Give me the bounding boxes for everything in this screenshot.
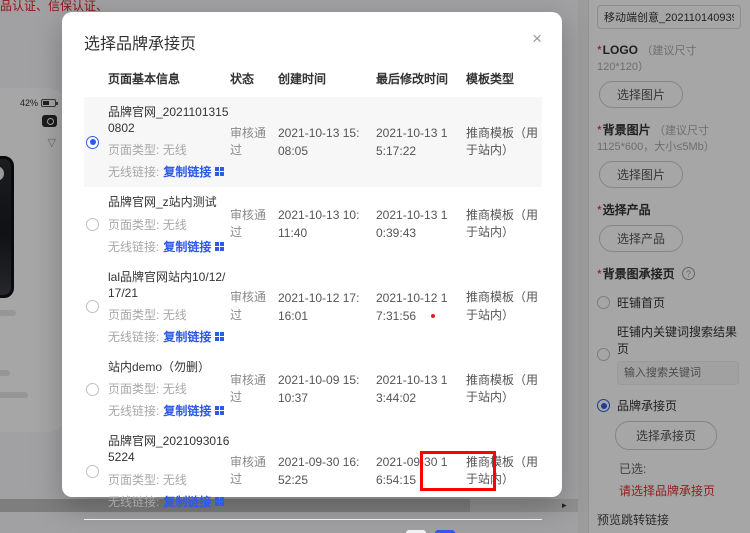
row-template-type: 推商模板（用于站内） xyxy=(466,372,542,407)
qrcode-icon[interactable] xyxy=(215,167,224,176)
select-landing-page-modal: 选择品牌承接页 × 页面基本信息 状态 创建时间 最后修改时间 模板类型 品牌官… xyxy=(62,12,562,497)
page-type-value: 无线 xyxy=(163,308,187,322)
col-header: 页面基本信息 xyxy=(108,70,230,87)
copy-link-button[interactable]: 复制链接 xyxy=(163,163,211,180)
row-radio-icon[interactable] xyxy=(86,218,99,231)
row-created: 2021-10-13 10:11:40 xyxy=(278,206,376,242)
copy-link-button[interactable]: 复制链接 xyxy=(163,493,211,510)
close-icon[interactable]: × xyxy=(532,30,542,47)
page-type-label: 页面类型: xyxy=(108,143,159,157)
modal-title: 选择品牌承接页 xyxy=(84,30,196,54)
row-status: 审核通过 xyxy=(230,125,278,160)
page-name: 品牌官网_20210930165224 xyxy=(108,433,230,465)
page-type-value: 无线 xyxy=(163,382,187,396)
row-status: 审核通过 xyxy=(230,207,278,242)
pagination-next-icon[interactable]: > xyxy=(522,530,542,533)
col-header: 模板类型 xyxy=(466,70,542,87)
row-template-type: 推商模板（用于站内） xyxy=(466,207,542,242)
row-modified: 2021-10-13 10:39:43 xyxy=(376,206,466,242)
qrcode-icon[interactable] xyxy=(215,242,224,251)
table-row[interactable]: 站内demo（勿删） 页面类型: 无线 无线链接: 复制链接 审核通过 2021… xyxy=(84,352,542,426)
page-name: 站内demo（勿删） xyxy=(108,359,230,375)
row-created: 2021-10-09 15:10:37 xyxy=(278,371,376,407)
row-created: 2021-10-13 15:08:05 xyxy=(278,124,376,160)
link-label: 无线链接: xyxy=(108,493,159,510)
link-label: 无线链接: xyxy=(108,238,159,255)
pagination-prev-icon[interactable]: < xyxy=(406,530,426,533)
copy-link-button[interactable]: 复制链接 xyxy=(163,402,211,419)
app-screen: 品认证、信保认证、 42% ▽ re › ▸ *LOGO （建议尺寸120 xyxy=(0,0,750,533)
annotation-red-dot xyxy=(431,314,435,318)
page-name: lal品牌官网站内10/12/17/21 xyxy=(108,269,230,301)
copy-link-button[interactable]: 复制链接 xyxy=(163,328,211,345)
link-label: 无线链接: xyxy=(108,163,159,180)
link-label: 无线链接: xyxy=(108,328,159,345)
row-template-type: 推商模板（用于站内） xyxy=(466,454,542,489)
row-radio-icon[interactable] xyxy=(86,300,99,313)
row-status: 审核通过 xyxy=(230,454,278,489)
page-type-label: 页面类型: xyxy=(108,308,159,322)
row-status: 审核通过 xyxy=(230,372,278,407)
row-modified: 2021-10-13 15:17:22 xyxy=(376,124,466,160)
col-header: 创建时间 xyxy=(278,70,376,87)
link-label: 无线链接: xyxy=(108,402,159,419)
col-header: 状态 xyxy=(230,70,278,87)
page-type-value: 无线 xyxy=(163,218,187,232)
row-modified: 2021-10-13 13:44:02 xyxy=(376,371,466,407)
page-type-label: 页面类型: xyxy=(108,382,159,396)
page-type-label: 页面类型: xyxy=(108,218,159,232)
col-header: 最后修改时间 xyxy=(376,70,466,87)
pagination: < 1 2 3 > xyxy=(84,519,542,533)
pagination-page-3[interactable]: 3 xyxy=(493,530,513,533)
row-modified: 2021-10-12 17:31:56 xyxy=(376,289,466,325)
table-row[interactable]: 品牌官网_20211013150802 页面类型: 无线 无线链接: 复制链接 … xyxy=(84,97,542,187)
page-name: 品牌官网_z站内测试 xyxy=(108,194,230,210)
pagination-page-2[interactable]: 2 xyxy=(464,530,484,533)
table-row[interactable]: 品牌官网_z站内测试 页面类型: 无线 无线链接: 复制链接 审核通过 2021… xyxy=(84,187,542,261)
row-created: 2021-09-30 16:52:25 xyxy=(278,453,376,489)
qrcode-icon[interactable] xyxy=(215,406,224,415)
row-created: 2021-10-12 17:16:01 xyxy=(278,289,376,325)
pagination-page-1[interactable]: 1 xyxy=(435,530,455,533)
qrcode-icon[interactable] xyxy=(215,497,224,506)
table-header-row: 页面基本信息 状态 创建时间 最后修改时间 模板类型 xyxy=(84,70,542,97)
copy-link-button[interactable]: 复制链接 xyxy=(163,238,211,255)
page-name: 品牌官网_20211013150802 xyxy=(108,104,230,136)
page-type-label: 页面类型: xyxy=(108,473,159,487)
table-row[interactable]: 品牌官网_20210930165224 页面类型: 无线 无线链接: 复制链接 … xyxy=(84,426,542,516)
page-type-value: 无线 xyxy=(163,143,187,157)
row-radio-checked-icon[interactable] xyxy=(86,136,99,149)
row-radio-icon[interactable] xyxy=(86,383,99,396)
row-status: 审核通过 xyxy=(230,289,278,324)
qrcode-icon[interactable] xyxy=(215,332,224,341)
row-modified: 2021-09-30 16:54:15 xyxy=(376,453,466,489)
row-radio-icon[interactable] xyxy=(86,465,99,478)
table-row[interactable]: lal品牌官网站内10/12/17/21 页面类型: 无线 无线链接: 复制链接… xyxy=(84,262,542,352)
row-template-type: 推商模板（用于站内） xyxy=(466,125,542,160)
row-template-type: 推商模板（用于站内） xyxy=(466,289,542,324)
page-type-value: 无线 xyxy=(163,473,187,487)
